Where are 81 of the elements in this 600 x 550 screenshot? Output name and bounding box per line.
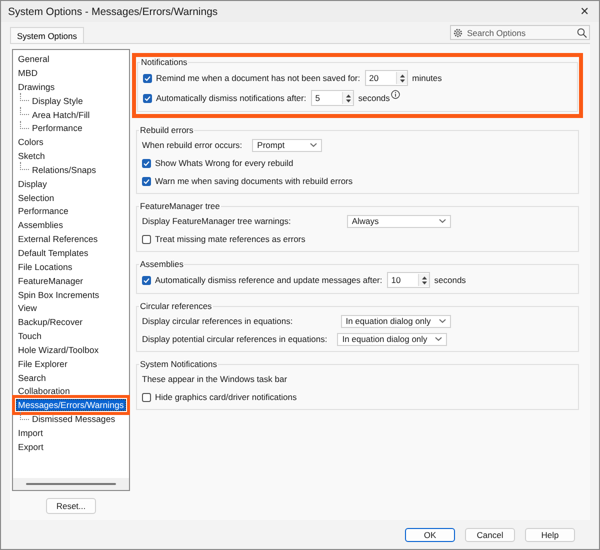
window-title: System Options - Messages/Errors/Warnings bbox=[8, 6, 218, 18]
option-label: Hide graphics card/driver notifications bbox=[155, 392, 297, 402]
option-label: Display FeatureManager tree warnings: bbox=[142, 216, 291, 226]
dropdown[interactable]: Prompt bbox=[252, 138, 322, 152]
dialog-button[interactable]: Cancel bbox=[465, 528, 515, 542]
option-label: Display circular references in equations: bbox=[142, 316, 293, 326]
tree-item[interactable]: Relations/Snaps bbox=[30, 164, 98, 176]
group-title: Rebuild errors bbox=[139, 125, 194, 136]
unit-label: seconds bbox=[358, 93, 390, 104]
spin-box[interactable]: 20 bbox=[365, 70, 408, 86]
checkbox[interactable] bbox=[142, 158, 151, 168]
spin-box[interactable]: 10 bbox=[387, 272, 430, 288]
tree-item[interactable]: Sketch bbox=[16, 150, 47, 162]
unit-label: minutes bbox=[412, 73, 442, 84]
tree-item[interactable]: Export bbox=[16, 440, 46, 453]
scrollbar[interactable] bbox=[13, 478, 129, 490]
tree-item[interactable]: Dismissed Messages bbox=[30, 413, 118, 426]
dropdown[interactable]: In equation dialog only bbox=[337, 332, 448, 346]
group-title: FeatureManager tree bbox=[139, 201, 221, 212]
tree-item[interactable]: Area Hatch/Fill bbox=[30, 108, 92, 121]
tree-item[interactable]: MBD bbox=[16, 67, 40, 80]
group-title: Circular references bbox=[139, 301, 213, 312]
option-label: Automatically dismiss reference and update messages after: bbox=[155, 275, 382, 286]
tree-item[interactable]: External References bbox=[16, 233, 100, 246]
tree-item[interactable]: File Explorer bbox=[16, 358, 70, 370]
tree-item[interactable]: Assemblies bbox=[16, 219, 65, 232]
spin-box[interactable]: 5 bbox=[311, 90, 354, 106]
tree-item[interactable]: Spin Box Increments bbox=[16, 288, 102, 301]
tree-item[interactable]: Collaboration bbox=[16, 385, 72, 398]
tree-item[interactable]: Import bbox=[16, 426, 45, 439]
checkbox[interactable] bbox=[142, 392, 151, 402]
group-title: System Notifications bbox=[139, 359, 218, 370]
option-label: Treat missing mate references as errors bbox=[155, 234, 306, 244]
tree-item[interactable]: Backup/Recover bbox=[16, 316, 85, 328]
unit-label: seconds bbox=[434, 275, 466, 286]
dialog-button[interactable]: Help bbox=[525, 528, 575, 542]
tree-item[interactable]: Performance bbox=[30, 122, 84, 134]
tree-item[interactable]: Hole Wizard/Toolbox bbox=[16, 344, 101, 356]
checkbox[interactable] bbox=[142, 276, 151, 285]
tree-connector bbox=[20, 412, 29, 420]
tree-item[interactable]: Colors bbox=[16, 136, 46, 148]
tree-item[interactable]: Drawings bbox=[16, 80, 57, 93]
group-title: Assemblies bbox=[139, 259, 184, 270]
option-label: Show Whats Wrong for every rebuild bbox=[155, 158, 294, 168]
chevron-icon bbox=[438, 319, 446, 324]
option-label: Automatically dismiss notifications after: bbox=[156, 93, 306, 104]
chevron-icon bbox=[435, 337, 442, 342]
tab[interactable]: System Options bbox=[10, 27, 84, 44]
tree-item[interactable]: Touch bbox=[16, 330, 44, 342]
reset-button[interactable]: Reset... bbox=[46, 498, 96, 514]
description-text: These appear in the Windows task bar bbox=[142, 374, 288, 384]
checkbox[interactable] bbox=[142, 176, 151, 186]
info-icon[interactable] bbox=[390, 90, 400, 100]
tree-item[interactable]: Default Templates bbox=[16, 246, 90, 259]
option-label: Display potential circular references in equations: bbox=[142, 334, 328, 344]
option-label: Warn me when saving documents with rebuild errors bbox=[155, 176, 353, 186]
chevron-icon bbox=[438, 219, 446, 224]
tree-item[interactable]: File Locations bbox=[16, 260, 74, 273]
checkbox[interactable] bbox=[143, 74, 152, 83]
dropdown[interactable]: Always bbox=[346, 214, 451, 228]
tree-item[interactable]: View bbox=[16, 302, 39, 314]
tree-connector bbox=[20, 162, 29, 170]
checkbox[interactable] bbox=[143, 94, 152, 103]
tree-item[interactable]: General bbox=[16, 53, 52, 66]
tree-item[interactable]: Display bbox=[16, 178, 49, 190]
search-field[interactable]: Search Options bbox=[450, 25, 590, 40]
gear-icon[interactable] bbox=[453, 28, 463, 38]
checkbox[interactable] bbox=[142, 234, 151, 244]
tree-item[interactable]: Performance bbox=[16, 205, 70, 218]
search-icon[interactable] bbox=[577, 28, 587, 38]
option-label: When rebuild error occurs: bbox=[142, 140, 242, 150]
dropdown[interactable]: In equation dialog only bbox=[340, 314, 451, 328]
tree-item[interactable]: Selection bbox=[16, 192, 56, 204]
group-title: Notifications bbox=[140, 57, 188, 68]
close-button[interactable]: ✕ bbox=[578, 5, 591, 18]
tree-item[interactable]: Display Style bbox=[30, 94, 85, 107]
tree-item[interactable]: FeatureManager bbox=[16, 274, 86, 287]
dialog-button[interactable]: OK bbox=[405, 528, 455, 542]
option-label: Remind me when a document has not been saved for: bbox=[156, 73, 360, 84]
tree-item[interactable]: Search bbox=[16, 372, 48, 384]
chevron-icon bbox=[310, 143, 318, 148]
